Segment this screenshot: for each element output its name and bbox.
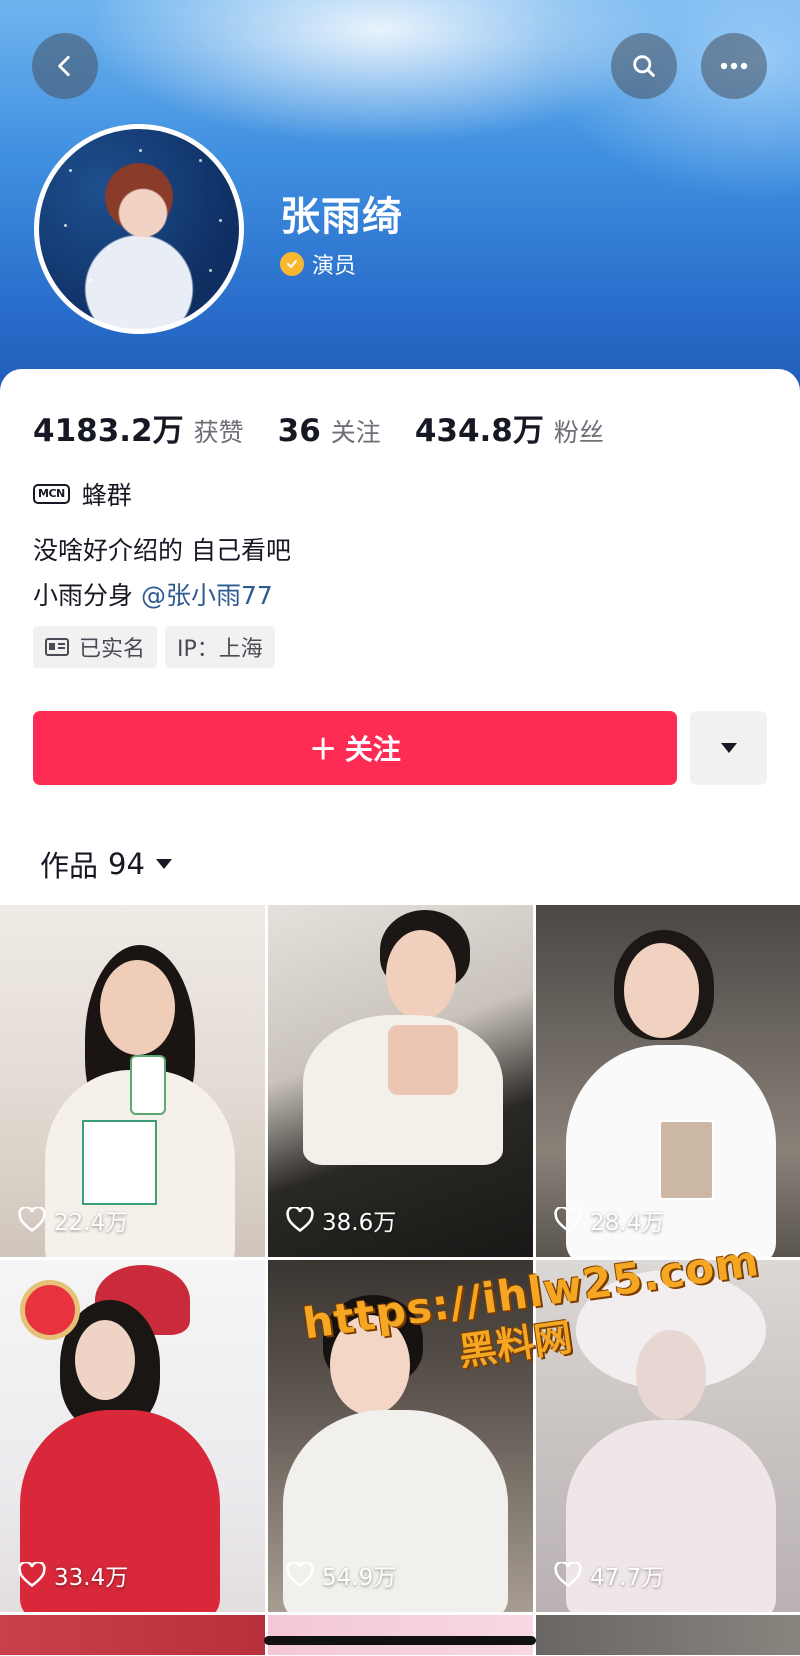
heart-icon bbox=[286, 1562, 314, 1588]
video-tile[interactable]: 22.4万 bbox=[0, 905, 265, 1257]
verification-text: 演员 bbox=[312, 254, 357, 279]
caret-down-icon bbox=[720, 743, 737, 753]
tab-works[interactable]: 作品 94 bbox=[40, 843, 173, 885]
stat-followers-label: 粉丝 bbox=[553, 418, 604, 447]
mcn-name: 蜂群 bbox=[81, 481, 132, 510]
heart-icon bbox=[554, 1207, 582, 1233]
video-tile[interactable]: 33.4万 bbox=[0, 1260, 265, 1612]
like-count: 22.4万 bbox=[18, 1203, 128, 1237]
like-count-text: 22.4万 bbox=[54, 1210, 129, 1236]
like-count: 28.4万 bbox=[554, 1203, 664, 1237]
tag-verified-text: 已实名 bbox=[79, 637, 146, 662]
mcn-row[interactable]: MCN 蜂群 bbox=[33, 476, 132, 512]
stats-row: 4183.2万 获赞 36 关注 434.8万 粉丝 bbox=[33, 405, 638, 450]
bio-line-2: 小雨分身 @张小雨77 bbox=[33, 576, 273, 612]
works-count: 94 bbox=[108, 847, 145, 881]
stat-following-label: 关注 bbox=[330, 418, 381, 447]
search-icon bbox=[633, 55, 655, 77]
like-count-text: 33.4万 bbox=[54, 1565, 129, 1591]
profile-header: 张雨绮 演员 bbox=[0, 0, 800, 400]
recommend-dropdown-button[interactable] bbox=[690, 711, 767, 785]
heart-icon bbox=[286, 1207, 314, 1233]
chevron-left-icon bbox=[58, 55, 70, 77]
verified-badge-icon bbox=[280, 252, 304, 276]
home-indicator[interactable] bbox=[264, 1636, 536, 1645]
tag-ip-location: IP：上海 bbox=[165, 626, 275, 668]
video-tile[interactable]: 38.6万 bbox=[268, 905, 533, 1257]
mention-link[interactable]: @张小雨77 bbox=[141, 581, 273, 610]
username: 张雨绮 bbox=[280, 194, 403, 240]
tags-row: 已实名 IP：上海 bbox=[33, 626, 275, 668]
tag-verified-identity[interactable]: 已实名 bbox=[33, 626, 158, 668]
stat-following[interactable]: 36 关注 bbox=[278, 413, 381, 449]
bio-line-1: 没啥好介绍的 自己看吧 bbox=[33, 536, 291, 565]
verification-row: 演员 bbox=[280, 248, 356, 280]
video-tile[interactable] bbox=[268, 1615, 533, 1655]
stat-followers-value: 434.8万 bbox=[414, 413, 544, 449]
like-count-text: 47.7万 bbox=[590, 1565, 665, 1591]
stat-likes-value: 4183.2万 bbox=[33, 413, 184, 449]
heart-icon bbox=[554, 1562, 582, 1588]
mcn-icon: MCN bbox=[33, 484, 70, 504]
video-tile[interactable]: 28.4万 bbox=[536, 905, 800, 1257]
video-tile[interactable] bbox=[0, 1615, 265, 1655]
heart-icon bbox=[18, 1562, 46, 1588]
heart-icon bbox=[18, 1207, 46, 1233]
like-count: 33.4万 bbox=[18, 1558, 128, 1592]
like-count: 47.7万 bbox=[554, 1558, 664, 1592]
stat-following-value: 36 bbox=[277, 413, 321, 449]
tag-ip-text: IP：上海 bbox=[177, 637, 263, 662]
video-tile[interactable] bbox=[536, 1615, 800, 1655]
stat-likes[interactable]: 4183.2万 获赞 bbox=[33, 405, 244, 450]
like-count-text: 28.4万 bbox=[590, 1210, 665, 1236]
more-icon bbox=[720, 62, 748, 70]
stat-followers[interactable]: 434.8万 粉丝 bbox=[415, 405, 604, 450]
more-options-button[interactable] bbox=[701, 33, 767, 99]
like-count-text: 38.6万 bbox=[322, 1210, 397, 1236]
works-label: 作品 bbox=[40, 849, 99, 883]
avatar[interactable] bbox=[34, 124, 244, 334]
follow-button[interactable]: ＋ 关注 bbox=[33, 711, 677, 785]
bio-prefix: 小雨分身 bbox=[33, 581, 134, 610]
stat-likes-label: 获赞 bbox=[193, 418, 244, 447]
caret-down-icon bbox=[155, 859, 172, 869]
like-count-text: 54.9万 bbox=[322, 1565, 397, 1591]
like-count: 54.9万 bbox=[286, 1558, 396, 1592]
back-button[interactable] bbox=[32, 33, 98, 99]
search-button[interactable] bbox=[611, 33, 677, 99]
like-count: 38.6万 bbox=[286, 1203, 396, 1237]
id-card-icon bbox=[45, 638, 69, 656]
